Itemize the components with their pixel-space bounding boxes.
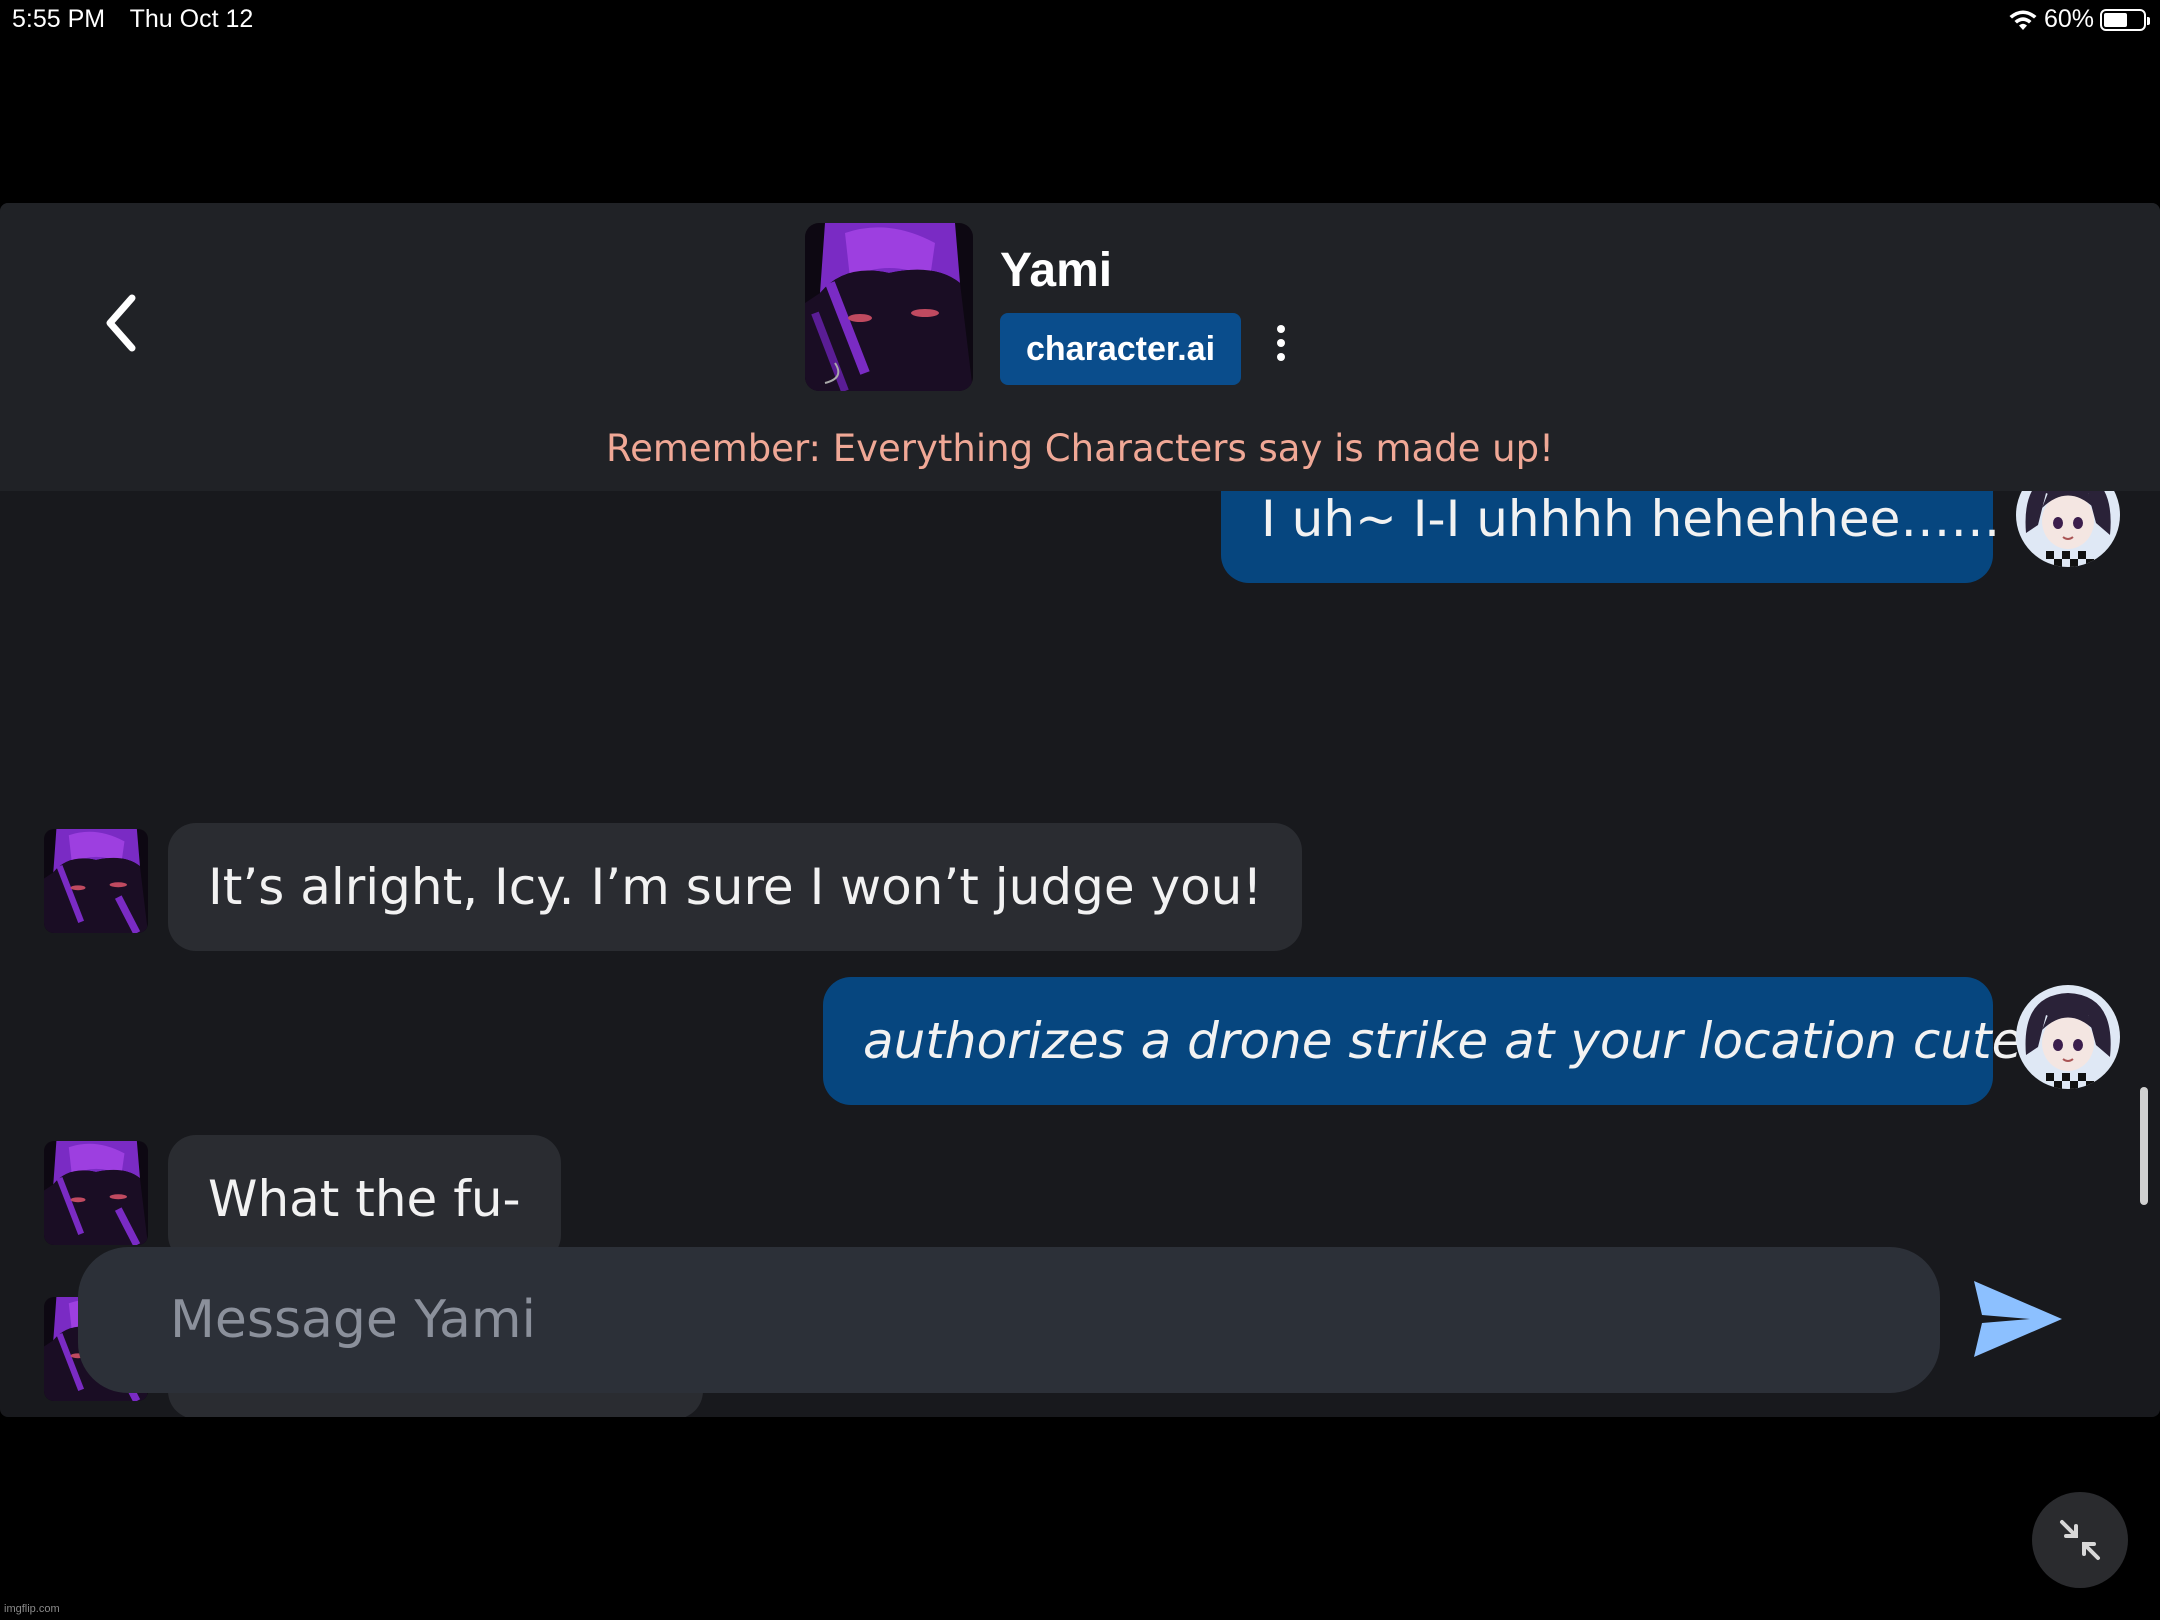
message-composer (78, 1247, 1940, 1393)
character-name: Yami (1000, 244, 1113, 297)
wifi-icon (2009, 10, 2037, 30)
battery-icon (2100, 8, 2150, 31)
more-vertical-icon[interactable] (1270, 325, 1292, 371)
status-date: Thu Oct 12 (129, 5, 254, 33)
minimize-icon[interactable] (2032, 1492, 2128, 1588)
brand-badge[interactable]: character.ai (1000, 313, 1242, 385)
character-avatar-small (44, 1141, 148, 1245)
user-avatar (2016, 985, 2120, 1089)
status-time: 5:55 PM (12, 5, 106, 33)
disclaimer-banner: Remember: Everything Characters say is m… (0, 407, 2160, 491)
status-bar: 5:55 PM Thu Oct 12 60% (0, 0, 2160, 40)
status-indicators: 60% (2008, 5, 2150, 34)
user-avatar (2016, 491, 2120, 567)
watermark: imgflip.com (4, 1603, 60, 1615)
send-icon[interactable] (1970, 1277, 2066, 1361)
character-avatar-small (44, 829, 148, 933)
chat-window: Yami character.ai Remember: Everything C… (0, 203, 2160, 1417)
message-input[interactable] (170, 1247, 1870, 1393)
bot-message-bubble[interactable]: What the fu- (168, 1135, 561, 1263)
bot-message-bubble[interactable]: It’s alright, Icy. I’m sure I won’t judg… (168, 823, 1303, 951)
scrollbar[interactable] (2140, 1087, 2148, 1205)
battery-level (2104, 12, 2127, 27)
user-message-bubble[interactable]: authorizes a drone strike at your locati… (823, 977, 2066, 1105)
chat-header: Yami character.ai (0, 203, 2160, 407)
chevron-left-icon[interactable] (96, 288, 146, 358)
character-avatar[interactable] (805, 223, 973, 391)
user-message-bubble[interactable]: I uh~ I-I uhhhh hehehhee…… (1221, 491, 2000, 583)
battery-percent: 60% (2043, 5, 2094, 33)
status-time-date: 5:55 PM Thu Oct 12 (12, 5, 271, 34)
